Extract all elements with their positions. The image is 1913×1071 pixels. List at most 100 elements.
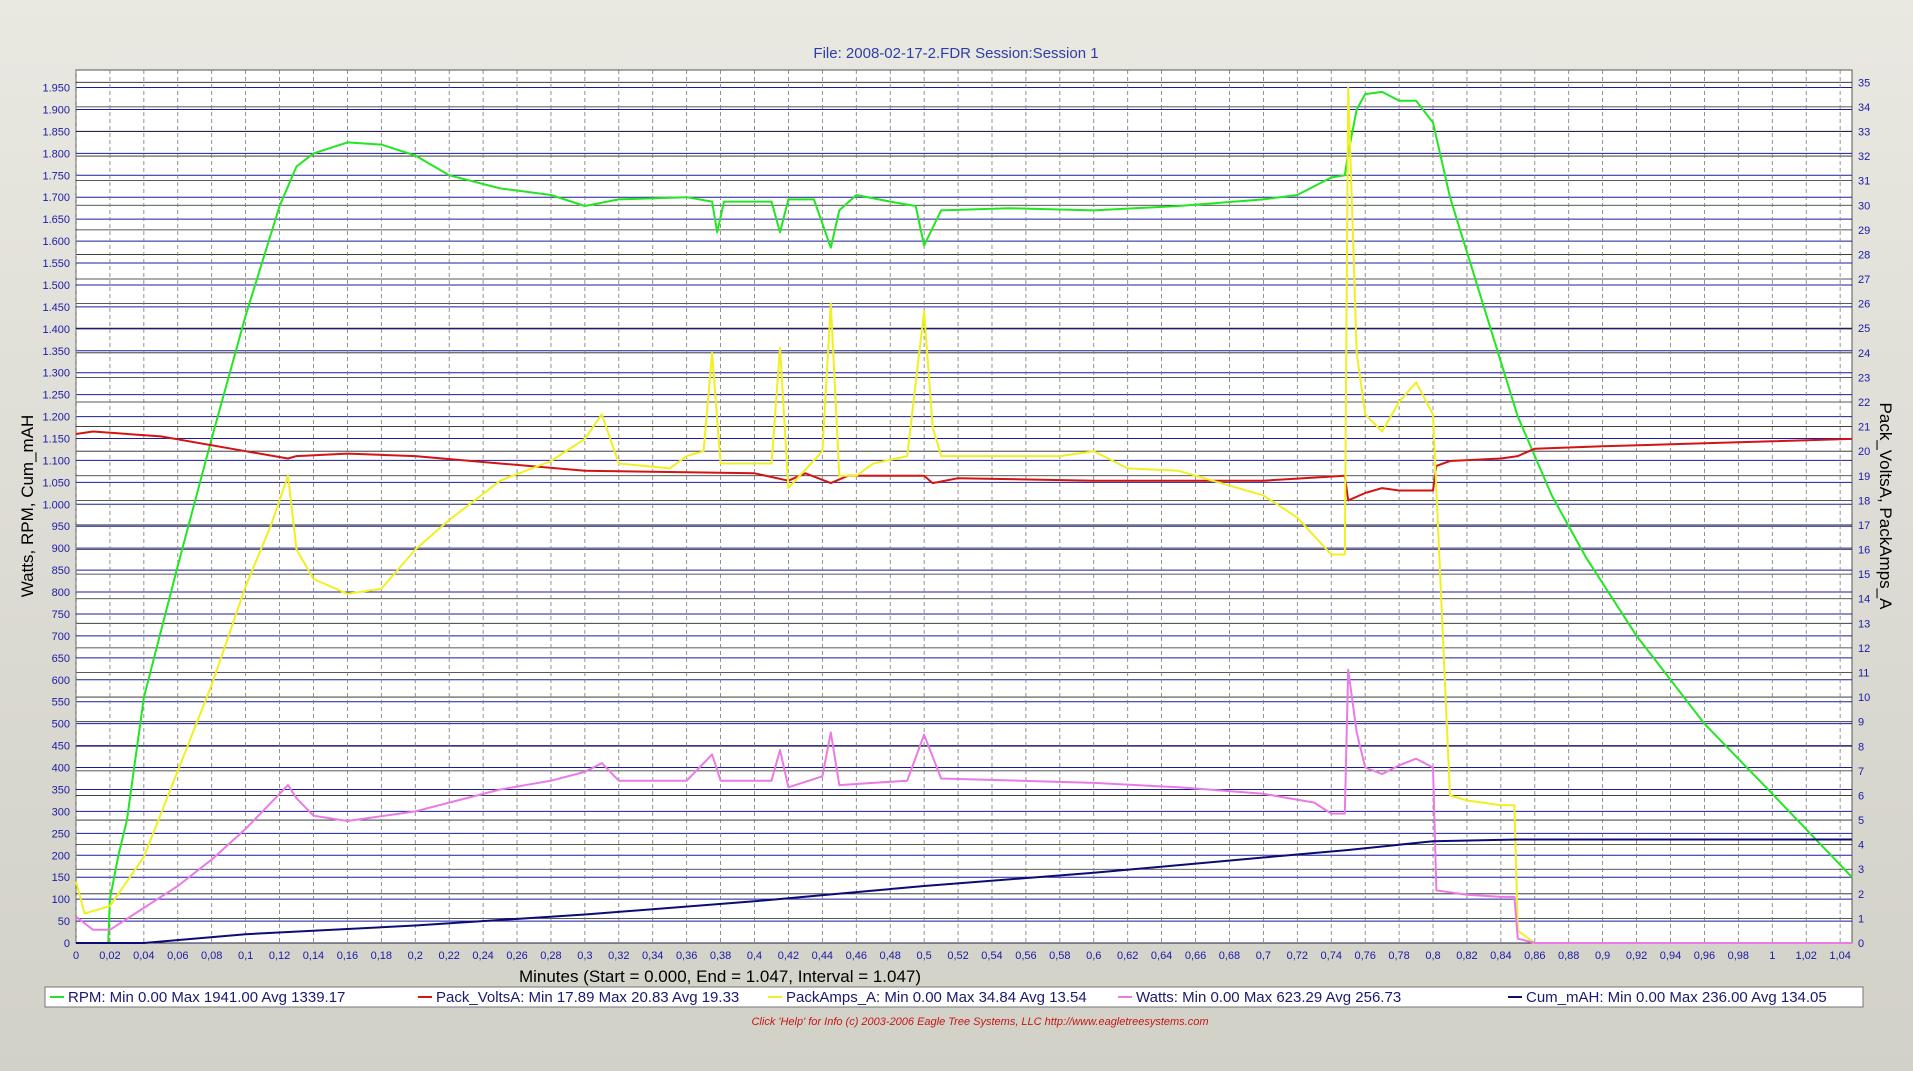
x-tick-label: 0,68 [1219,950,1240,962]
left-tick-label: 700 [52,631,70,643]
left-tick-label: 1.300 [42,368,70,380]
x-tick-label: 0,82 [1456,950,1477,962]
right-axis-label: Pack_VoltsA, PackAmps_A [1876,403,1895,611]
x-tick-label: 0,7 [1256,950,1271,962]
x-tick-label: 0,52 [947,950,968,962]
x-tick-label: 0,08 [201,950,222,962]
x-tick-label: 0,22 [438,950,459,962]
x-tick-label: 0,92 [1626,950,1647,962]
footer-text: Click 'Help' for Info (c) 2003-2006 Eagl… [751,1016,1208,1028]
x-axis-ticks: 0 0,02 0,04 0,06 0,08 0,1 0,12 0,14 0,16 0,18 0,2 0… [73,950,1851,962]
x-tick-label: 0,58 [1049,950,1070,962]
x-tick-label: 1,02 [1795,950,1816,962]
x-tick-label: 0,36 [676,950,697,962]
left-tick-label: 1.100 [42,455,70,467]
x-tick-label: 0,56 [1015,950,1036,962]
x-axis-label: Minutes (Start = 0.000, End = 1.047, Int… [519,967,921,986]
x-tick-label: 0,78 [1388,950,1409,962]
right-tick-label: 15 [1858,569,1870,581]
right-tick-label: 32 [1858,151,1870,163]
right-tick-label: 0 [1858,938,1864,950]
left-tick-label: 950 [52,521,70,533]
right-tick-label: 23 [1858,372,1870,384]
x-tick-label: 0,86 [1524,950,1545,962]
right-tick-label: 19 [1858,471,1870,483]
left-tick-label: 850 [52,565,70,577]
left-tick-label: 1.550 [42,258,70,270]
left-tick-label: 1.600 [42,236,70,248]
x-tick-label: 0,54 [981,950,1002,962]
left-tick-label: 600 [52,675,70,687]
left-tick-label: 1.400 [42,324,70,336]
x-tick-label: 0,06 [167,950,188,962]
plot-area [75,69,1853,944]
x-tick-label: 1,04 [1829,950,1850,962]
left-axis-label: Watts, RPM, Cum_mAH [18,415,37,598]
left-tick-label: 1.800 [42,148,70,160]
right-tick-label: 1 [1858,913,1864,925]
left-tick-label: 1.500 [42,280,70,292]
x-tick-label: 0,98 [1728,950,1749,962]
x-tick-label: 0,34 [642,950,663,962]
right-tick-label: 26 [1858,299,1870,311]
x-tick-label: 0,12 [269,950,290,962]
left-tick-label: 1.050 [42,477,70,489]
x-tick-label: 0,96 [1694,950,1715,962]
left-tick-label: 1.350 [42,346,70,358]
x-tick-label: 0,24 [472,950,493,962]
right-tick-label: 20 [1858,446,1870,458]
right-tick-label: 35 [1858,77,1870,89]
x-tick-label: 0,6 [1086,950,1101,962]
x-tick-label: 0,5 [916,950,931,962]
right-axis-ticks: 0123456789101112131415161718192021222324… [1858,77,1870,950]
x-tick-label: 0,74 [1321,950,1342,962]
left-tick-label: 500 [52,719,70,731]
x-tick-label: 0,64 [1151,950,1172,962]
right-tick-label: 4 [1858,840,1864,852]
right-tick-label: 16 [1858,545,1870,557]
right-tick-label: 24 [1858,348,1870,360]
right-tick-label: 6 [1858,790,1864,802]
x-tick-label: 0 [73,950,79,962]
left-tick-label: 1.650 [42,214,70,226]
right-tick-label: 3 [1858,864,1864,876]
right-tick-label: 14 [1858,594,1870,606]
left-tick-label: 1.450 [42,302,70,314]
x-tick-label: 0,4 [747,950,762,962]
right-tick-label: 31 [1858,176,1870,188]
right-tick-label: 28 [1858,249,1870,261]
right-tick-label: 7 [1858,766,1864,778]
legend-label: Pack_VoltsA: Min 17.89 Max 20.83 Avg 19.… [436,989,739,1006]
left-tick-label: 350 [52,784,70,796]
x-tick-label: 0,9 [1595,950,1610,962]
x-tick-label: 0,72 [1287,950,1308,962]
x-tick-label: 0,32 [608,950,629,962]
x-tick-label: 0,04 [133,950,154,962]
left-tick-label: 1.750 [42,170,70,182]
x-tick-label: 0,1 [238,950,253,962]
flight-data-chart: File: 2008-02-17-2.FDR Session:Session 1… [18,45,1895,1028]
left-axis-ticks: 0 50 100 150 200 250 300 350 400 450 500 550 600 650 7… [42,83,70,950]
left-tick-label: 1.000 [42,499,70,511]
x-tick-label: 0,94 [1660,950,1681,962]
right-tick-label: 21 [1858,422,1870,434]
x-tick-label: 1 [1769,950,1775,962]
left-tick-label: 400 [52,763,70,775]
right-tick-label: 30 [1858,200,1870,212]
right-tick-label: 18 [1858,495,1870,507]
right-tick-label: 2 [1858,889,1864,901]
legend-entries: RPM: Min 0.00 Max 1941.00 Avg 1339.17 Pac… [50,989,1827,1006]
x-tick-label: 0,16 [337,950,358,962]
x-tick-label: 0,48 [880,950,901,962]
legend-label: RPM: Min 0.00 Max 1941.00 Avg 1339.17 [68,989,345,1006]
left-tick-label: 1.850 [42,126,70,138]
left-tick-label: 750 [52,609,70,621]
right-tick-label: 34 [1858,102,1870,114]
left-tick-label: 900 [52,543,70,555]
left-tick-label: 0 [64,938,70,950]
left-tick-label: 650 [52,653,70,665]
x-tick-label: 0,38 [710,950,731,962]
x-tick-label: 0,18 [371,950,392,962]
left-tick-label: 1.950 [42,83,70,95]
x-tick-label: 0,2 [408,950,423,962]
